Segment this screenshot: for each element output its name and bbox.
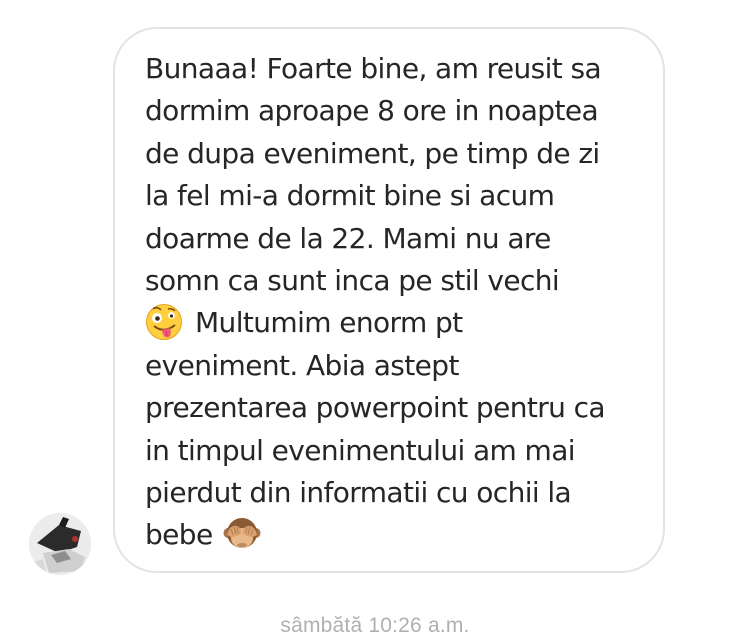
message-timestamp: sâmbătă 10:26 a.m. (280, 614, 470, 637)
message-line: doarme de la 22. Mami nu are (145, 221, 551, 255)
sender-avatar[interactable] (29, 513, 91, 575)
message-line-text: bebe (145, 518, 213, 552)
message-line: la fel mi-a dormit bine si acum (145, 179, 555, 213)
message-line: prezentarea powerpoint pentru ca (145, 391, 606, 425)
message-line: eveniment. Abia astept (145, 348, 459, 382)
message-line: somn ca sunt inca pe stil vechi (145, 263, 560, 297)
message-text: Bunaaa! Foarte bine, am reusit sa dormim… (145, 48, 645, 557)
message-line: in timpul evenimentului am mai (145, 433, 576, 467)
see-no-evil-monkey-emoji (223, 518, 261, 549)
avatar-photo (29, 513, 91, 575)
message-line: de dupa eveniment, pe timp de zi (145, 136, 600, 170)
message-line-text: Multumim enorm pt (195, 306, 463, 340)
message-line: dormim aproape 8 ore in noaptea (145, 94, 599, 128)
message-line-with-emoji: bebe (145, 514, 645, 556)
message-line-with-emoji: Multumim enorm pt (145, 302, 645, 344)
message-line: pierdut din informatii cu ochii la (145, 475, 572, 509)
message-thread: Bunaaa! Foarte bine, am reusit sa dormim… (0, 0, 750, 637)
zany-face-emoji (146, 304, 182, 341)
message-line: Bunaaa! Foarte bine, am reusit sa (145, 52, 602, 85)
